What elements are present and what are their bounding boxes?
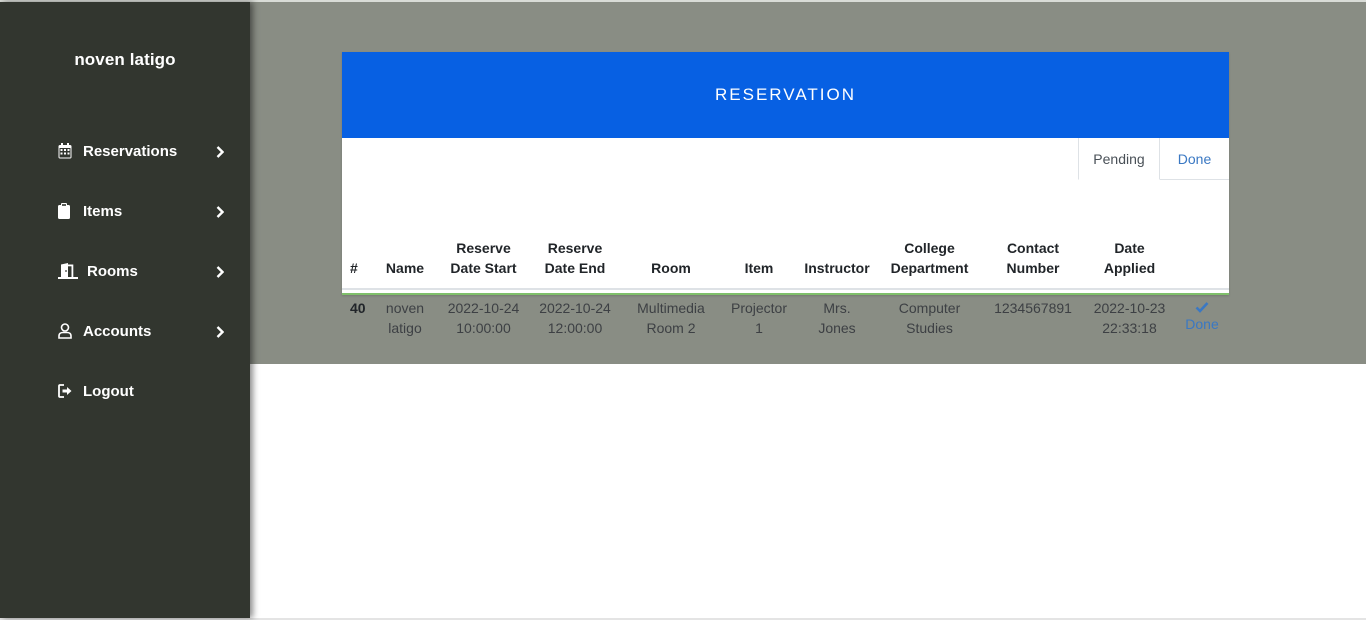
column-header-college-department: College Department — [877, 180, 982, 290]
logout-icon — [58, 382, 76, 400]
header-line: Contact — [1006, 240, 1060, 256]
sidebar-item-items[interactable]: Items — [58, 199, 230, 223]
chevron-right-icon — [216, 325, 225, 342]
cell-line: Mrs. — [823, 300, 851, 316]
sidebar-item-label: Rooms — [87, 262, 138, 280]
cell-line: 22:33:18 — [1102, 320, 1157, 336]
column-header-reserve-date-end: Reserve Date End — [529, 180, 621, 290]
header-line: Date — [1114, 240, 1145, 256]
table-row: 40 noven latigo 2022-10-24 10:00:00 2022… — [342, 289, 1229, 346]
calendar-icon — [58, 142, 76, 160]
cell-line: 10:00:00 — [456, 320, 511, 336]
sidebar-item-accounts[interactable]: Accounts — [58, 319, 230, 343]
reservation-table: # Name Reserve Date Start Reserve Date E… — [342, 180, 1229, 346]
column-header-instructor: Instructor — [797, 180, 877, 290]
column-header-action — [1175, 180, 1229, 290]
header-line: Department — [890, 260, 969, 276]
cell-line: 2022-10-23 — [1093, 300, 1166, 316]
cell-line: Projector — [730, 300, 788, 316]
sidebar: noven latigo Reservations Items Rooms Ac — [0, 2, 250, 618]
tab-pending[interactable]: Pending — [1078, 138, 1160, 180]
cell-date-applied: 2022-10-23 22:33:18 — [1084, 289, 1175, 346]
header-line: Date Start — [450, 260, 517, 276]
cell-line: Computer — [898, 300, 961, 316]
cell-line: noven — [385, 300, 425, 316]
cell-contact-number: 1234567891 — [994, 300, 1072, 316]
column-header-name: Name — [372, 180, 438, 290]
column-header-item: Item — [721, 180, 797, 290]
tab-done[interactable]: Done — [1160, 138, 1229, 180]
cell-line: latigo — [388, 320, 422, 336]
door-icon — [58, 262, 80, 280]
header-line: Date End — [544, 260, 606, 276]
chevron-right-icon — [216, 205, 225, 222]
sidebar-item-logout[interactable]: Logout — [58, 379, 230, 403]
cell-line: 1 — [755, 320, 763, 336]
cell-item: Projector 1 — [721, 289, 797, 346]
column-header-contact-number: Contact Number — [982, 180, 1084, 290]
cell-name: noven latigo — [372, 289, 438, 346]
sidebar-item-label: Reservations — [83, 142, 178, 160]
column-header-reserve-date-start: Reserve Date Start — [438, 180, 529, 290]
column-header-date-applied: Date Applied — [1084, 180, 1175, 290]
sidebar-item-rooms[interactable]: Rooms — [58, 259, 230, 283]
check-icon — [1179, 298, 1225, 314]
table-header: # Name Reserve Date Start Reserve Date E… — [342, 180, 1229, 290]
chevron-right-icon — [216, 145, 225, 162]
sidebar-item-label: Items — [83, 202, 123, 220]
cell-instructor: Mrs. Jones — [797, 289, 877, 346]
header-line: College — [904, 240, 955, 256]
column-header-room: Room — [621, 180, 721, 290]
cell-line: 12:00:00 — [547, 320, 603, 336]
header-line: Reserve — [547, 240, 603, 256]
cell-line: Jones — [818, 320, 856, 336]
user-icon — [58, 322, 76, 340]
column-header-number: # — [342, 180, 372, 290]
cell-line: Studies — [906, 320, 953, 336]
clipboard-icon — [58, 202, 76, 220]
user-name: noven latigo — [74, 50, 176, 69]
sidebar-item-label: Logout — [83, 382, 134, 400]
cell-line: Room 2 — [646, 320, 696, 336]
cell-reserve-date-end: 2022-10-24 12:00:00 — [529, 289, 621, 346]
cell-line: Multimedia — [637, 300, 705, 316]
reservation-card: RESERVATION Pending Done # Name Reserve … — [342, 52, 1229, 336]
card-title: RESERVATION — [342, 52, 1229, 138]
header-line: Number — [1006, 260, 1060, 276]
cell-number: 40 — [350, 300, 366, 316]
sidebar-item-label: Accounts — [83, 322, 152, 340]
cell-line: 2022-10-24 — [539, 300, 611, 316]
status-tabs: Pending Done — [1078, 138, 1229, 180]
sidebar-item-reservations[interactable]: Reservations — [58, 139, 230, 163]
mark-done-button[interactable]: Done — [1175, 289, 1229, 346]
cell-college-department: Computer Studies — [877, 289, 982, 346]
chevron-right-icon — [216, 265, 225, 282]
cell-room: Multimedia Room 2 — [621, 289, 721, 346]
header-line: Applied — [1103, 260, 1156, 276]
done-label: Done — [1185, 316, 1219, 332]
cell-reserve-date-start: 2022-10-24 10:00:00 — [438, 289, 529, 346]
cell-line: 2022-10-24 — [447, 300, 520, 316]
header-line: Reserve — [456, 240, 511, 256]
